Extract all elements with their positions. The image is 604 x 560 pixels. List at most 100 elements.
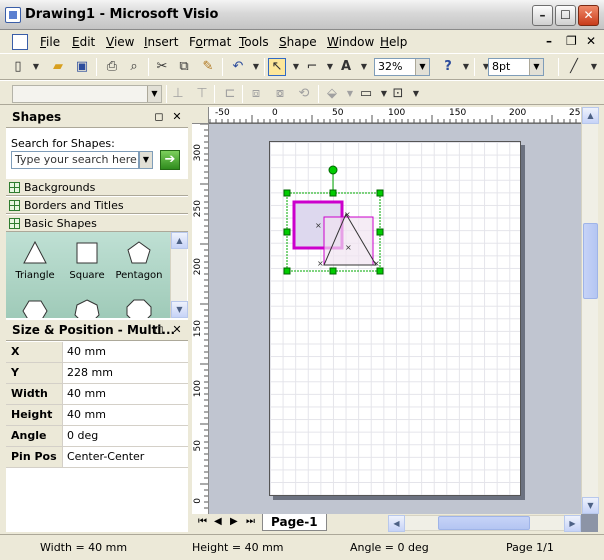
menu-shape[interactable]: Shape <box>279 35 317 49</box>
prev-page-icon[interactable]: ◀ <box>214 516 222 527</box>
toolbar2-options-icon[interactable]: ▼ <box>586 59 602 75</box>
first-page-icon[interactable]: ⏮ <box>198 516 207 527</box>
close-button[interactable]: ✕ <box>578 5 599 26</box>
drawing-vertical-scrollbar[interactable]: ▲ ▼ <box>581 107 599 514</box>
sp-value-angle[interactable]: 0 deg <box>67 426 98 446</box>
scroll-up-icon[interactable]: ▲ <box>171 232 188 249</box>
shapes-pane-menu-icon[interactable]: ◻ <box>152 110 166 124</box>
scroll-up-icon[interactable]: ▲ <box>582 107 599 124</box>
shape-octagon[interactable] <box>114 298 164 318</box>
stencil-basic-shapes[interactable]: Basic Shapes <box>6 214 188 232</box>
group-icon[interactable]: ⊏ <box>222 86 238 102</box>
size-pane-menu-icon[interactable]: ◻ <box>152 323 166 337</box>
cut-icon[interactable]: ✂ <box>154 59 170 75</box>
open-folder-icon[interactable]: ▰ <box>50 59 66 75</box>
shape-triangle[interactable]: Triangle <box>10 240 60 281</box>
search-input[interactable]: Type your search here <box>11 151 139 169</box>
pointer-dropdown-icon[interactable]: ▼ <box>288 59 304 75</box>
menu-edit[interactable]: Edit <box>72 35 95 49</box>
document-icon[interactable] <box>12 34 28 50</box>
save-icon[interactable]: ▣ <box>74 59 90 75</box>
doc-minimize-button[interactable]: – <box>546 34 552 48</box>
stencil-backgrounds[interactable]: Backgrounds <box>6 178 188 196</box>
scroll-left-icon[interactable]: ◀ <box>388 515 405 532</box>
rotate-icon[interactable]: ⟲ <box>296 86 312 102</box>
fill-dropdown-icon[interactable]: ▼ <box>342 86 358 102</box>
menu-help[interactable]: Help <box>380 35 407 49</box>
align-icon[interactable]: ⊥ <box>170 86 186 102</box>
sp-value-height[interactable]: 40 mm <box>67 405 106 425</box>
text-dropdown-icon[interactable]: ▼ <box>356 59 372 75</box>
new-dropdown-icon[interactable]: ▼ <box>28 59 44 75</box>
visio-app-icon[interactable] <box>5 7 21 23</box>
menu-view[interactable]: View <box>106 35 134 49</box>
stencil-scrollbar[interactable]: ▲ ▼ <box>170 232 188 318</box>
layer-icon[interactable]: ⊡ <box>390 86 406 102</box>
zoom-dropdown-icon[interactable]: ▼ <box>415 59 429 75</box>
style-dropdown-icon[interactable]: ▼ <box>147 86 161 102</box>
vertical-ruler[interactable]: 300 250 200 150 100 50 0 <box>192 124 209 514</box>
sp-value-y[interactable]: 228 mm <box>67 363 113 383</box>
sp-value-pin-pos[interactable]: Center-Center <box>67 447 144 467</box>
help-icon[interactable]: ? <box>440 59 456 75</box>
help-dropdown-icon[interactable]: ▼ <box>458 59 474 75</box>
page-icon[interactable]: ▭ <box>358 86 374 102</box>
new-drawing-icon[interactable]: ▯ <box>10 59 26 75</box>
line-tool-icon[interactable]: ╱ <box>566 59 582 75</box>
shape-pentagon[interactable]: Pentagon <box>114 240 164 281</box>
line-weight-dropdown-icon[interactable]: ▼ <box>529 59 543 75</box>
menu-format[interactable]: Format <box>189 35 231 49</box>
text-tool-icon[interactable]: A <box>338 59 354 75</box>
horizontal-scroll-thumb[interactable] <box>438 516 530 530</box>
menu-insert[interactable]: Insert <box>144 35 178 49</box>
horizontal-ruler[interactable]: -50 0 50 100 150 200 250 <box>192 107 586 124</box>
status-page: Page 1/1 <box>506 541 554 554</box>
maximize-button[interactable]: ☐ <box>555 5 576 26</box>
distribute-icon[interactable]: ⊤ <box>194 86 210 102</box>
doc-close-button[interactable]: ✕ <box>586 34 596 48</box>
scroll-down-icon[interactable]: ▼ <box>582 497 599 514</box>
size-pane-close-icon[interactable]: ✕ <box>170 323 184 337</box>
shapes-layer[interactable]: × × × × × <box>270 142 522 497</box>
drawing-canvas[interactable]: × × × × × <box>209 124 581 514</box>
shapes-pane-close-icon[interactable]: ✕ <box>170 110 184 124</box>
search-go-icon[interactable]: ➔ <box>160 150 180 170</box>
layer-dropdown-icon[interactable]: ▼ <box>408 86 424 102</box>
menu-file[interactable]: File <box>40 35 60 49</box>
undo-dropdown-icon[interactable]: ▼ <box>248 59 264 75</box>
page-tab[interactable]: Page-1 <box>262 514 327 531</box>
connector-dropdown-icon[interactable]: ▼ <box>322 59 338 75</box>
shape-hexagon[interactable] <box>10 298 60 318</box>
shape-square[interactable]: Square <box>62 240 112 281</box>
menu-window[interactable]: Window <box>327 35 374 49</box>
format-painter-icon[interactable]: ✎ <box>200 59 216 75</box>
print-preview-icon[interactable]: ⌕ <box>126 59 142 75</box>
drawing-page[interactable]: × × × × × <box>269 141 521 496</box>
style-combo[interactable]: ▼ <box>12 85 162 103</box>
scroll-right-icon[interactable]: ▶ <box>564 515 581 532</box>
pointer-tool-icon[interactable]: ↖ <box>268 58 286 76</box>
scroll-down-icon[interactable]: ▼ <box>171 301 188 318</box>
next-page-icon[interactable]: ▶ <box>230 516 238 527</box>
status-width: Width = 40 mm <box>40 541 128 554</box>
vertical-scroll-thumb[interactable] <box>583 223 598 299</box>
line-weight-combo[interactable]: 8pt ▼ <box>488 58 544 76</box>
undo-icon[interactable]: ↶ <box>230 59 246 75</box>
minimize-button[interactable]: – <box>532 5 553 26</box>
shape-heptagon[interactable] <box>62 298 112 318</box>
zoom-combo[interactable]: 32% ▼ <box>374 58 430 76</box>
doc-restore-button[interactable]: ❐ <box>566 34 577 48</box>
menu-tools[interactable]: Tools <box>239 35 269 49</box>
sp-value-width[interactable]: 40 mm <box>67 384 106 404</box>
last-page-icon[interactable]: ⏭ <box>246 516 255 527</box>
fill-color-icon[interactable]: ⬙ <box>324 86 340 102</box>
search-dropdown-icon[interactable]: ▼ <box>139 151 153 169</box>
copy-icon[interactable]: ⧉ <box>176 59 192 75</box>
send-back-icon[interactable]: ⧇ <box>272 86 288 102</box>
stencil-borders-titles[interactable]: Borders and Titles <box>6 196 188 214</box>
print-icon[interactable]: ⎙ <box>104 59 120 75</box>
sp-value-x[interactable]: 40 mm <box>67 342 106 362</box>
bring-front-icon[interactable]: ⧈ <box>248 86 264 102</box>
connector-tool-icon[interactable]: ⌐ <box>304 59 320 75</box>
ruler-origin[interactable] <box>192 107 209 124</box>
